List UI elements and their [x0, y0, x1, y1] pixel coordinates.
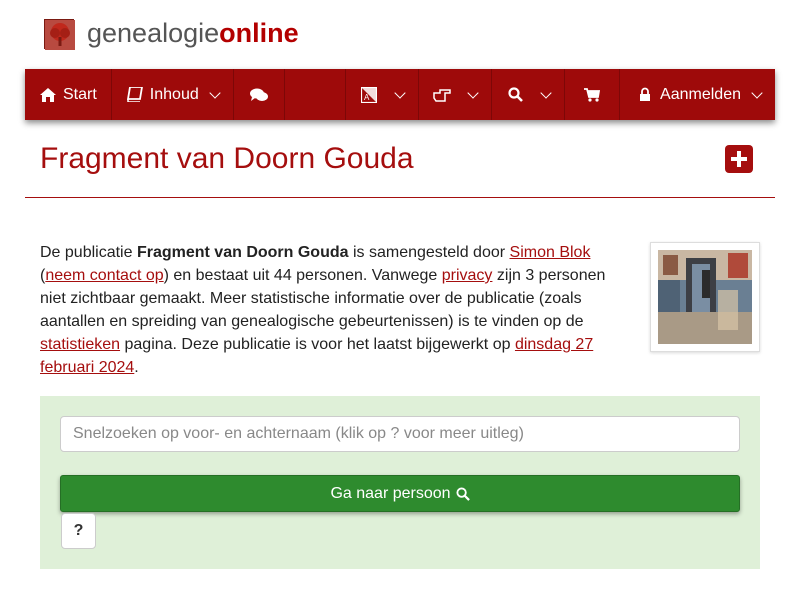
desc-text: De publicatie [40, 244, 137, 261]
nav-contents[interactable]: Inhoud [112, 69, 234, 120]
nav-contents-label: Inhoud [149, 85, 199, 103]
privacy-link[interactable]: privacy [442, 267, 493, 284]
desc-text: ) en bestaat uit 44 personen. Vanwege [163, 267, 442, 284]
chevron-down-icon [751, 86, 763, 99]
title-divider [25, 197, 775, 198]
logo-text-genealogie: genealogie [87, 18, 220, 48]
desc-text: pagina. Deze publicatie is voor het laat… [120, 336, 515, 353]
tree-icon [44, 18, 75, 50]
home-icon [39, 86, 57, 104]
lock-icon [636, 86, 654, 104]
nav-spacer [285, 69, 347, 120]
nav-language[interactable]: A [346, 69, 420, 120]
nav-actions[interactable] [419, 69, 493, 120]
nav-search[interactable] [492, 69, 566, 120]
nav-login-label: Aanmelden [660, 85, 741, 103]
chevron-down-icon [394, 86, 406, 99]
publication-name: Fragment van Doorn Gouda [136, 244, 349, 261]
contact-link[interactable]: neem contact op [45, 267, 163, 284]
search-icon [455, 486, 470, 501]
book-icon [126, 86, 144, 104]
chevron-down-icon [209, 86, 221, 99]
statistics-link[interactable]: statistieken [40, 336, 120, 353]
desc-text: is samengesteld door [348, 244, 510, 261]
nav-login[interactable]: Aanmelden [620, 69, 775, 120]
desc-text: . [134, 359, 139, 376]
site-logo[interactable]: genealogieonline [44, 18, 299, 50]
chevron-down-icon [467, 86, 479, 99]
nav-start[interactable]: Start [25, 69, 112, 120]
search-icon [506, 86, 524, 104]
language-icon: A [360, 86, 378, 104]
logo-text-online: online [219, 18, 299, 48]
search-help-button[interactable]: ? [61, 513, 96, 549]
page-title: Fragment van Doorn Gouda [40, 142, 414, 175]
chat-icon [249, 86, 268, 104]
plus-square-icon[interactable] [725, 145, 753, 173]
nav-forum[interactable] [234, 69, 285, 120]
go-to-person-button[interactable]: Ga naar persoon [60, 475, 740, 512]
go-to-person-label: Ga naar persoon [330, 484, 451, 502]
thumbnail-image [658, 250, 752, 344]
author-link[interactable]: Simon Blok [510, 244, 591, 261]
hand-pointer-icon [433, 86, 451, 104]
cart-icon [583, 86, 601, 104]
main-navbar: Start Inhoud A Aanmelden [25, 69, 775, 120]
chevron-down-icon [540, 86, 552, 99]
logo-text: genealogieonline [87, 18, 299, 49]
publication-thumbnail[interactable] [650, 242, 760, 352]
nav-start-label: Start [63, 85, 97, 103]
nav-shop[interactable] [565, 69, 621, 120]
quick-search-panel: Ga naar persoon ? [40, 396, 760, 569]
quick-search-input[interactable] [60, 416, 740, 452]
svg-text:A: A [364, 93, 370, 102]
publication-description: De publicatie Fragment van Doorn Gouda i… [40, 241, 630, 379]
